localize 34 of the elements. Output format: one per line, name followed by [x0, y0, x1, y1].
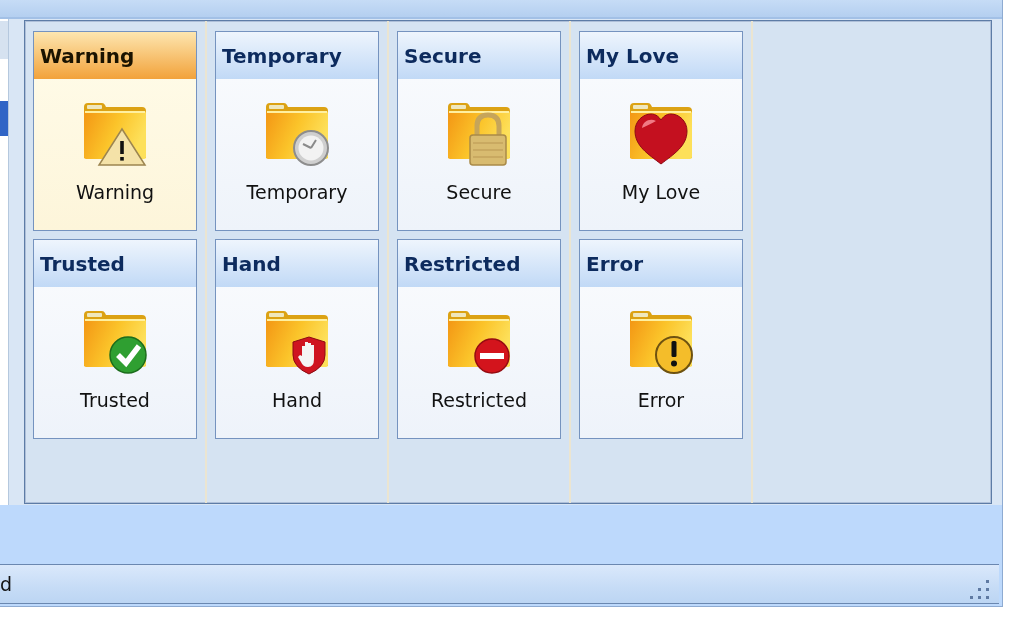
folder-card[interactable]: Warning Warning [33, 31, 197, 231]
resize-grip-icon[interactable] [969, 579, 989, 599]
folder-label: Warning [75, 181, 155, 203]
folder-card[interactable]: Secure Secure [397, 31, 561, 231]
folder-hand-icon [264, 309, 330, 375]
card-title: Restricted [398, 240, 560, 287]
folder-card[interactable]: Error Error [579, 239, 743, 439]
folder-warning-icon [82, 101, 148, 167]
folder-card[interactable]: Temporary Temporary [215, 31, 379, 231]
card-title: Secure [398, 32, 560, 79]
card-title: Error [580, 240, 742, 287]
folder-label: My Love [621, 181, 701, 203]
card-title: Temporary [216, 32, 378, 79]
folder-lock-icon [446, 101, 512, 167]
folder-label: Secure [446, 181, 512, 203]
folder-exclamation-icon [628, 309, 694, 375]
folder-no-entry-icon [446, 309, 512, 375]
card-title: Trusted [34, 240, 196, 287]
card-title: Hand [216, 240, 378, 287]
status-text: d [0, 573, 13, 595]
folder-label: Restricted [430, 389, 528, 411]
folder-label: Trusted [80, 389, 150, 411]
folder-heart-icon [628, 101, 694, 167]
folder-clock-icon [264, 101, 330, 167]
folder-card[interactable]: Hand Hand [215, 239, 379, 439]
folder-check-icon [82, 309, 148, 375]
folder-label: Hand [271, 389, 322, 411]
folder-card[interactable]: My Love My Love [579, 31, 743, 231]
card-title: My Love [580, 32, 742, 79]
folder-card[interactable]: Restricted Restricted [397, 239, 561, 439]
folder-label: Temporary [246, 181, 348, 203]
card-title: Warning [34, 32, 196, 79]
folder-card[interactable]: Trusted Trusted [33, 239, 197, 439]
folder-label: Error [637, 389, 685, 411]
